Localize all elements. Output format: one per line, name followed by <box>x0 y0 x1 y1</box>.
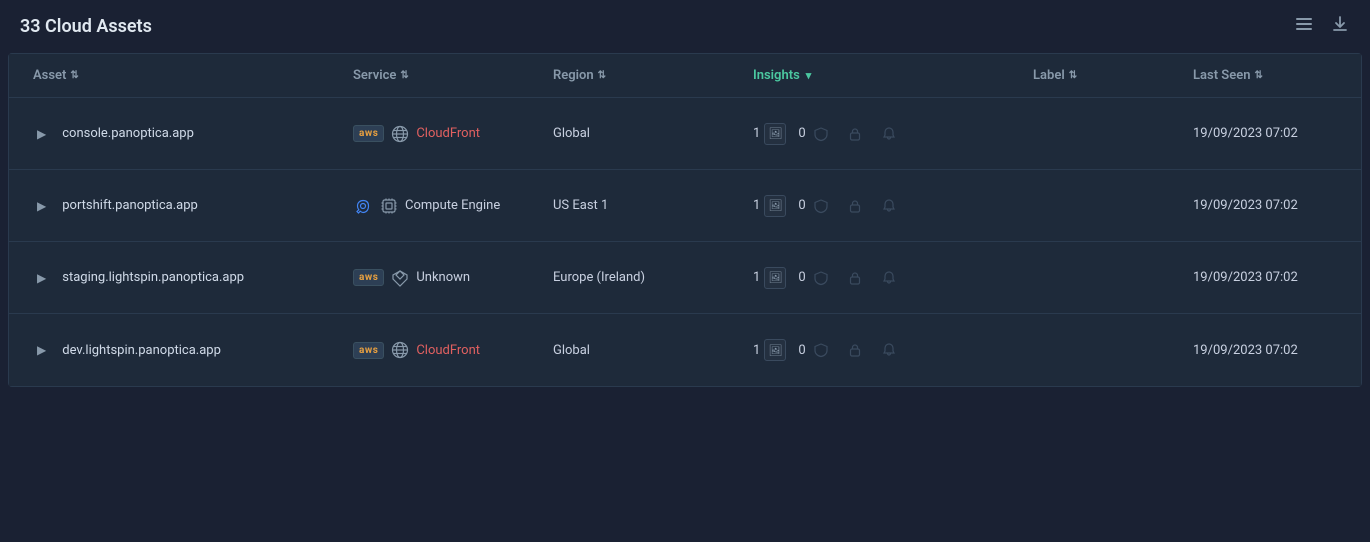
bell-insight-icon <box>878 339 900 361</box>
shield-insight-icon <box>810 195 832 217</box>
region-cell: Global <box>545 114 745 153</box>
expand-button[interactable]: ▶ <box>33 269 50 287</box>
compute-engine-icon <box>379 196 399 216</box>
col-service[interactable]: Service ⇅ <box>345 54 545 97</box>
image-insight-icon: 🖼 <box>764 267 786 289</box>
sort-icon-service: ⇅ <box>400 70 408 81</box>
insight-image: 1 🖼 <box>753 195 786 217</box>
table-header: Asset ⇅ Service ⇅ Region ⇅ Insights ▾ La… <box>9 54 1361 98</box>
region-cell: US East 1 <box>545 186 745 225</box>
download-icon[interactable] <box>1330 14 1350 39</box>
col-asset[interactable]: Asset ⇅ <box>25 54 345 97</box>
shield-insight-icon <box>810 267 832 289</box>
expand-button[interactable]: ▶ <box>33 125 50 143</box>
insight-shield: 0 <box>798 195 831 217</box>
col-label[interactable]: Label ⇅ <box>1025 54 1185 97</box>
insight-shield: 0 <box>798 123 831 145</box>
bell-insight-icon <box>878 123 900 145</box>
table-row: ▶ console.panoptica.app aws CloudFront G… <box>9 98 1361 170</box>
shield-insight-icon <box>810 339 832 361</box>
table-row: ▶ portshift.panoptica.app <box>9 170 1361 242</box>
page-title: 33 Cloud Assets <box>20 16 152 37</box>
insight-image: 1 🖼 <box>753 339 786 361</box>
last-seen-cell: 19/09/2023 07:02 <box>1185 186 1365 225</box>
service-cell: Compute Engine <box>345 184 545 228</box>
lock-insight-icon <box>844 267 866 289</box>
sort-icon-last-seen: ⇅ <box>1254 70 1262 81</box>
asset-cell: ▶ staging.lightspin.panoptica.app <box>25 257 345 299</box>
insights-cell: 1 🖼 0 <box>745 255 1025 301</box>
bell-insight-icon <box>878 267 900 289</box>
service-cell: aws CloudFront <box>345 328 545 372</box>
list-view-icon[interactable] <box>1294 14 1314 39</box>
service-cell: aws Unknown <box>345 256 545 300</box>
service-type-icon <box>390 124 410 144</box>
col-last-seen[interactable]: Last Seen ⇅ <box>1185 54 1365 97</box>
image-insight-icon: 🖼 <box>764 339 786 361</box>
cloud-badge: aws <box>353 125 384 142</box>
service-type-icon <box>390 340 410 360</box>
insight-shield: 0 <box>798 267 831 289</box>
unknown-service-icon <box>390 268 410 288</box>
last-seen-cell: 19/09/2023 07:02 <box>1185 331 1365 370</box>
asset-cell: ▶ console.panoptica.app <box>25 113 345 155</box>
asset-cell: ▶ portshift.panoptica.app <box>25 185 345 227</box>
last-seen-cell: 19/09/2023 07:02 <box>1185 258 1365 297</box>
insights-cell: 1 🖼 0 <box>745 327 1025 373</box>
label-cell <box>1025 122 1185 146</box>
insight-image: 1 🖼 <box>753 123 786 145</box>
label-cell <box>1025 338 1185 362</box>
lock-insight-icon <box>844 123 866 145</box>
insights-cell: 1 🖼 0 <box>745 111 1025 157</box>
label-cell <box>1025 194 1185 218</box>
sort-icon-asset: ⇅ <box>70 70 78 81</box>
page-header: 33 Cloud Assets <box>0 0 1370 53</box>
header-actions <box>1294 14 1350 39</box>
insights-filter-icon[interactable]: ▾ <box>806 69 812 82</box>
cloud-badge: aws <box>353 269 384 286</box>
col-region[interactable]: Region ⇅ <box>545 54 745 97</box>
sort-icon-region: ⇅ <box>598 70 606 81</box>
expand-button[interactable]: ▶ <box>33 197 50 215</box>
image-insight-icon: 🖼 <box>764 123 786 145</box>
cloud-provider-icon <box>353 196 373 216</box>
table-row: ▶ dev.lightspin.panoptica.app aws CloudF… <box>9 314 1361 386</box>
insights-cell: 1 🖼 0 <box>745 183 1025 229</box>
col-insights[interactable]: Insights ▾ <box>745 54 1025 97</box>
lock-insight-icon <box>844 195 866 217</box>
expand-button[interactable]: ▶ <box>33 341 50 359</box>
insight-image: 1 🖼 <box>753 267 786 289</box>
image-insight-icon: 🖼 <box>764 195 786 217</box>
lock-insight-icon <box>844 339 866 361</box>
cloud-badge: aws <box>353 342 384 359</box>
assets-table: Asset ⇅ Service ⇅ Region ⇅ Insights ▾ La… <box>8 53 1362 387</box>
service-cell: aws CloudFront <box>345 112 545 156</box>
region-cell: Europe (Ireland) <box>545 258 745 297</box>
shield-insight-icon <box>810 123 832 145</box>
table-row: ▶ staging.lightspin.panoptica.app aws Un… <box>9 242 1361 314</box>
sort-icon-label: ⇅ <box>1069 70 1077 81</box>
bell-insight-icon <box>878 195 900 217</box>
asset-cell: ▶ dev.lightspin.panoptica.app <box>25 329 345 371</box>
label-cell <box>1025 266 1185 290</box>
last-seen-cell: 19/09/2023 07:02 <box>1185 114 1365 153</box>
insight-shield: 0 <box>798 339 831 361</box>
region-cell: Global <box>545 331 745 370</box>
